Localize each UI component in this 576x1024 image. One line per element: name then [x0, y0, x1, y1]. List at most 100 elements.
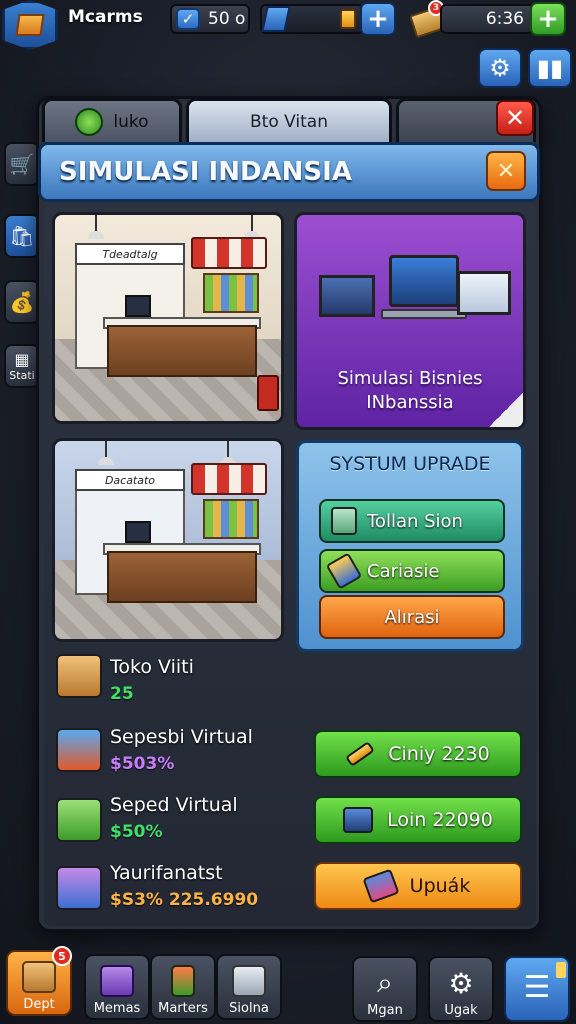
nav-dept[interactable]: Dept 5	[6, 946, 72, 1016]
side-button-shop[interactable]: 🛒	[4, 142, 40, 186]
upgrade-title: SYSTUM UPRADE	[329, 453, 491, 475]
resource-bar	[260, 4, 364, 34]
list-item: Toko Viiti 25	[56, 652, 306, 708]
item-name: Yaurifanatst	[110, 862, 223, 884]
bars-icon: ▮▮	[536, 54, 564, 82]
shop-sign: Tdeadtalg	[75, 243, 185, 265]
menu-button[interactable]: ☰	[504, 956, 570, 1022]
close-window-button[interactable]: ✕	[496, 100, 534, 136]
add-resource-button[interactable]: +	[360, 2, 396, 36]
awning	[191, 463, 267, 495]
plant-icon	[171, 965, 195, 997]
add-time-button[interactable]: +	[530, 2, 566, 36]
game-logo[interactable]	[2, 0, 58, 50]
buy-button-3[interactable]: Upuák	[314, 862, 522, 910]
pencil-icon	[345, 741, 376, 767]
energy-counter: ✓ 50 o	[170, 4, 250, 34]
tab-label: Bto Vitan	[250, 111, 328, 132]
item-value: $503%	[110, 754, 175, 774]
shop-counter	[107, 325, 257, 377]
monitor-icon	[319, 275, 375, 317]
side-button-stats[interactable]: ▦ Stati	[4, 344, 40, 388]
window-title: SIMULASI INDANSIA	[59, 157, 352, 187]
scroll-icon	[100, 965, 134, 997]
gear-icon: ⚙	[489, 54, 511, 82]
item-name: Sepesbi Virtual	[110, 726, 253, 748]
cube-icon: ▦	[14, 350, 30, 369]
promo-card[interactable]: Simulasi Bisnies INbanssia	[294, 212, 526, 430]
money-bag-icon: 💰	[9, 290, 35, 314]
timer-display: 6:36	[440, 4, 534, 34]
product-shelf	[203, 273, 259, 313]
basket-icon	[56, 866, 102, 910]
player-name: Mcarms	[68, 7, 143, 27]
basket-icon	[56, 798, 102, 842]
nav-badge: 5	[52, 946, 72, 966]
page-curl-icon	[489, 393, 523, 427]
nav-label: Siolna	[229, 1001, 269, 1016]
buy-button-label: Loin 22090	[387, 809, 493, 831]
buy-button-label: Ciniy 2230	[388, 743, 490, 765]
system-upgrade-panel: SYSTUM UPRADE Tollan Sion Cariasie Alıra…	[296, 440, 524, 652]
upgrade-button-label: Tollan Sion	[367, 510, 463, 532]
upgrade-button-label: Alırasi	[384, 606, 440, 628]
nav-siolna[interactable]: Siolna	[216, 954, 282, 1020]
item-name: Seped Virtual	[110, 794, 238, 816]
nav-marters[interactable]: Marters	[150, 954, 216, 1020]
awning	[191, 237, 267, 269]
tab-bto-vitan[interactable]: Bto Vitan	[186, 98, 392, 142]
blade-icon	[261, 6, 291, 32]
close-icon: ✕	[504, 104, 526, 132]
close-dialog-button[interactable]: ✕	[486, 151, 526, 191]
menu-icon: ☰	[523, 970, 551, 1005]
monitor-icon	[457, 271, 511, 315]
close-icon: ✕	[496, 158, 516, 184]
trash-bin	[257, 375, 279, 411]
buy-button-2[interactable]: Loin 22090	[314, 796, 522, 844]
upgrade-button-1[interactable]: Tollan Sion	[319, 499, 505, 543]
crate-icon	[15, 14, 45, 36]
laptop-icon	[389, 255, 459, 307]
item-value: 25	[110, 684, 134, 704]
nav-label: Memas	[93, 1001, 141, 1016]
upgrade-button-2[interactable]: Cariasie	[319, 549, 505, 593]
cart-icon: 🛒	[9, 152, 35, 176]
product-shelf	[203, 499, 259, 539]
nav-settings[interactable]: ⚙ Ugak	[428, 956, 494, 1022]
energy-value: 50 o	[208, 9, 246, 29]
nav-label: Mgan	[367, 1003, 403, 1018]
globe-icon	[75, 107, 104, 136]
computer-icon	[125, 521, 151, 543]
boxes-icon	[56, 654, 102, 698]
upgrade-button-label: Cariasie	[367, 560, 440, 582]
search-icon: ⌕	[377, 966, 393, 999]
item-value: $50%	[110, 822, 163, 842]
upgrade-button-3[interactable]: Alırasi	[319, 595, 505, 639]
side-button-money[interactable]: 💰	[4, 280, 40, 324]
side-button-store[interactable]: 🛍	[4, 214, 40, 258]
nav-memas[interactable]: Memas	[84, 954, 150, 1020]
settings-button[interactable]: ⚙	[478, 48, 522, 88]
timer-value: 6:36	[485, 9, 524, 29]
basket-icon	[56, 728, 102, 772]
list-item: Sepesbi Virtual $503%	[56, 724, 306, 780]
tab-luko[interactable]: luko	[42, 98, 182, 142]
flag-icon	[362, 868, 400, 904]
side-stats-label: Stati	[9, 369, 35, 382]
pencil-icon	[325, 552, 363, 590]
stats-button[interactable]: ▮▮	[528, 48, 572, 88]
shop-preview-1[interactable]: Tdeadtalg	[52, 212, 284, 424]
promo-line-1: Simulasi Bisnies	[337, 368, 483, 389]
computer-icon	[125, 295, 151, 317]
indicator-icon	[556, 962, 566, 978]
nav-search[interactable]: ⌕ Mgan	[352, 956, 418, 1022]
nav-label: Marters	[158, 1001, 208, 1016]
bag-icon: 🛍	[9, 224, 35, 248]
list-item: Yaurifanatst $S3% 225.6990	[56, 860, 306, 916]
buy-button-1[interactable]: Ciniy 2230	[314, 730, 522, 778]
server-icon	[232, 965, 266, 997]
server-icon	[331, 507, 357, 535]
scroll-icon	[343, 807, 374, 833]
coin-icon	[340, 9, 356, 29]
shop-preview-2[interactable]: Dacatato	[52, 438, 284, 642]
